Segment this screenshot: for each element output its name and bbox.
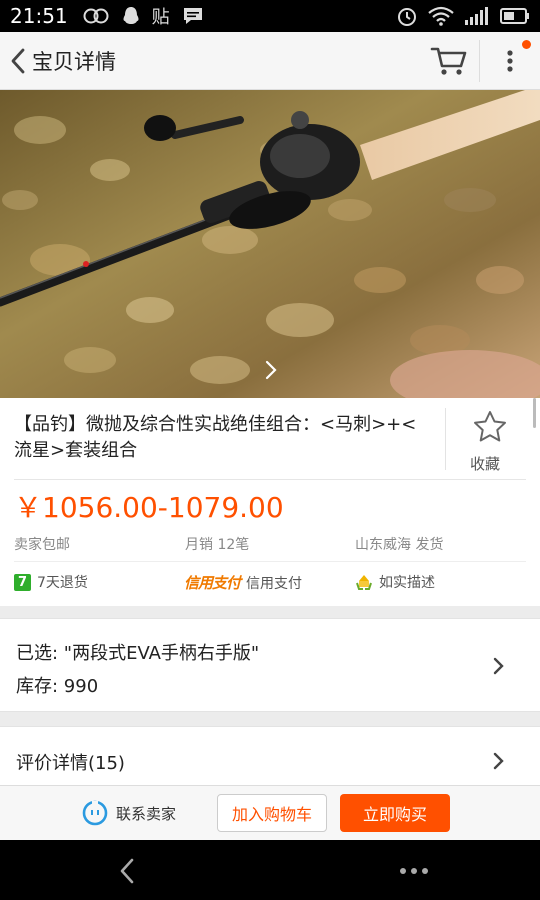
sku-selector[interactable]: 已选: "两段式EVA手柄右手版" 库存: 990 [0, 618, 540, 712]
star-icon[interactable] [473, 410, 507, 442]
infinity-icon [83, 8, 109, 24]
status-time: 21:51 [10, 4, 68, 28]
system-nav-bar [0, 840, 540, 900]
credit-pay-logo: 信用支付 [184, 574, 241, 592]
buy-now-button[interactable]: 立即购买 [340, 794, 450, 832]
chevron-right-icon [493, 752, 504, 770]
favorite-label[interactable]: 收藏 [470, 453, 500, 474]
contact-seller-button[interactable]: 联系卖家 [82, 800, 176, 826]
nav-back-icon[interactable] [116, 856, 138, 886]
service-divider [14, 561, 526, 562]
title-divider [445, 408, 446, 470]
service-credit-pay: 信用支付 信用支付 [184, 572, 302, 593]
tieba-glyph: 贴 [151, 7, 170, 28]
service-return: 7 7天退货 [14, 572, 88, 592]
selected-sku: 已选: "两段式EVA手柄右手版" [16, 643, 260, 664]
nav-menu-icon[interactable] [398, 864, 430, 878]
service-label: 如实描述 [379, 575, 435, 591]
title-divider-horizontal [14, 479, 526, 480]
scroll-indicator [533, 398, 536, 428]
service-badges: 7 7天退货 信用支付 信用支付 如实描述 [14, 572, 526, 594]
header-divider [479, 40, 480, 82]
battery-icon [500, 8, 529, 24]
alarm-icon [398, 8, 416, 26]
page-title: 宝贝详情 [32, 50, 116, 74]
shipping-info: 卖家包邮 [14, 537, 70, 553]
reviews-label: 评价详情(15) [16, 753, 125, 774]
notification-icons: 贴 [82, 3, 204, 29]
service-honest-desc: 如实描述 [355, 572, 435, 592]
add-to-cart-button[interactable]: 加入购物车 [217, 794, 327, 832]
wifi-icon [428, 6, 454, 26]
seven-day-return-icon: 7 [14, 573, 31, 591]
product-photo [0, 90, 540, 398]
monthly-sales: 月销 12笔 [185, 537, 250, 553]
status-bar: 21:51 贴 [0, 0, 540, 32]
image-next-icon[interactable] [262, 358, 280, 382]
service-label: 信用支付 [246, 575, 303, 592]
notification-dot [522, 40, 531, 49]
customer-service-icon [82, 800, 108, 826]
ship-from: 山东威海 发货 [355, 537, 444, 553]
message-icon [183, 8, 202, 24]
bottom-action-bar: 联系卖家 加入购物车 立即购买 [0, 785, 540, 840]
product-image[interactable] [0, 90, 540, 398]
product-title: 【品钓】微抛及综合性实战绝佳组合：<马刺>+<流星>套装组合 [14, 414, 417, 461]
chevron-right-icon [493, 657, 504, 675]
product-price: ￥1056.00-1079.00 [14, 491, 284, 524]
more-options-icon[interactable] [498, 46, 522, 76]
reviews-row[interactable]: 评价详情(15) [0, 726, 540, 786]
section-separator [0, 606, 540, 618]
service-label: 7天退货 [37, 575, 88, 591]
app-header: 宝贝详情 [0, 32, 540, 90]
honest-desc-icon [356, 575, 372, 590]
shopping-cart-icon[interactable] [430, 44, 468, 78]
product-info-card: 【品钓】微抛及综合性实战绝佳组合：<马刺>+<流星>套装组合 收藏 ￥1056.… [0, 398, 540, 606]
back-arrow-icon[interactable] [6, 46, 30, 76]
section-separator [0, 712, 540, 726]
system-status-icons [396, 5, 530, 27]
stock-count: 库存: 990 [16, 676, 99, 697]
qq-icon [123, 7, 139, 24]
signal-icon [465, 7, 488, 25]
contact-seller-label: 联系卖家 [116, 804, 177, 823]
